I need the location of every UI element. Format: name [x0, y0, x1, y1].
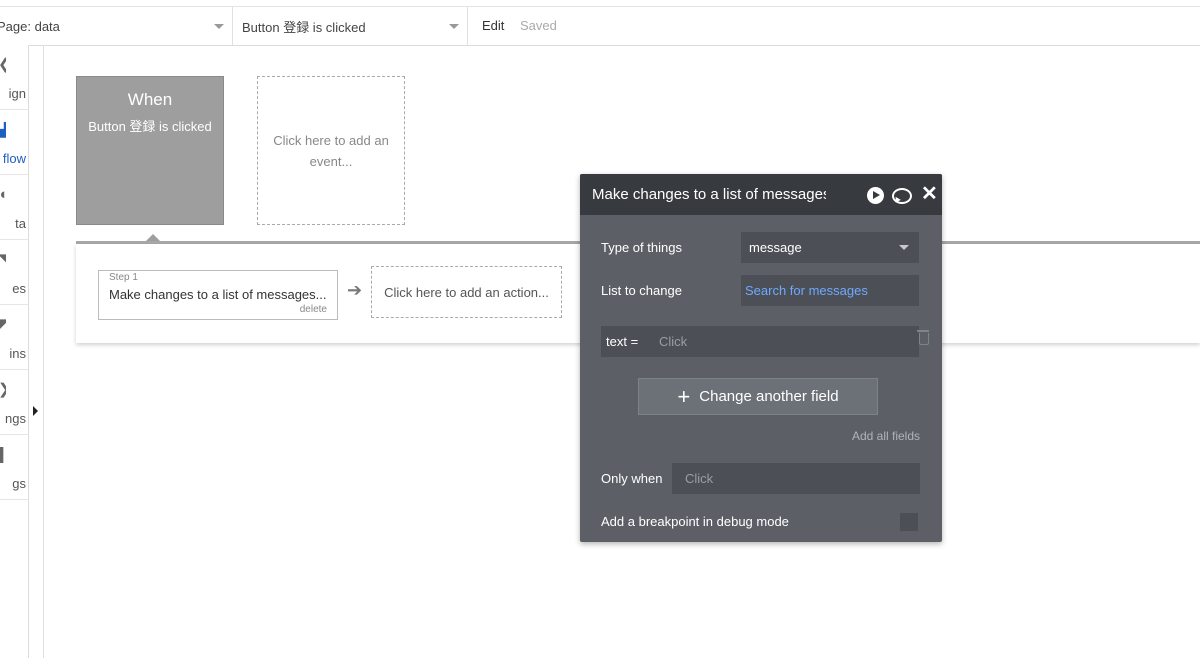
type-of-things-value: message	[749, 240, 802, 255]
data-icon: ◖	[0, 187, 6, 203]
panel-title: Make changes to a list of messages	[592, 186, 826, 203]
chevron-down-icon	[899, 245, 909, 250]
sidebar-item-label: ta	[15, 216, 26, 231]
event-card-when[interactable]: When Button 登録 is clicked	[76, 76, 224, 225]
event-dropdown[interactable]: Button 登録 is clicked	[233, 7, 468, 45]
close-icon[interactable]: ✕	[921, 184, 938, 204]
step-name: Make changes to a list of messages...	[109, 287, 327, 302]
play-icon[interactable]	[867, 187, 884, 204]
page-dropdown[interactable]: Page: data	[0, 7, 233, 45]
left-sidebar: ❮ ign ▟ flow ◖ ta ◥ es ◤ ins ❯ ngs ▌ gs	[0, 45, 29, 658]
logs-icon: ▌	[0, 447, 6, 463]
sidebar-item-label: ngs	[5, 411, 26, 426]
sidebar-item-design[interactable]: ❮ ign	[0, 45, 28, 110]
sidebar-item-label: gs	[12, 476, 26, 491]
saved-status: Saved	[520, 18, 557, 33]
sidebar-item-workflow[interactable]: ▟ flow	[0, 110, 28, 175]
sidebar-item-plugins[interactable]: ◤ ins	[0, 305, 28, 370]
settings-icon: ❯	[0, 382, 6, 398]
add-all-fields-link[interactable]: Add all fields	[852, 429, 920, 443]
collapse-sidebar-icon[interactable]	[33, 406, 38, 416]
only-when-label: Only when	[601, 471, 663, 486]
add-event-card[interactable]: Click here to add an event...	[257, 76, 405, 225]
add-action-card[interactable]: Click here to add an action...	[371, 266, 562, 318]
comment-icon[interactable]	[892, 188, 912, 204]
sidebar-item-logs[interactable]: ▌ gs	[0, 435, 28, 500]
chevron-down-icon	[449, 24, 459, 29]
trash-icon[interactable]	[917, 330, 929, 345]
panel-header: Make changes to a list of messages ✕	[580, 174, 942, 215]
step-number: Step 1	[109, 272, 138, 283]
only-when-field[interactable]: Click	[672, 463, 920, 494]
delete-step-link[interactable]: delete	[300, 304, 327, 315]
sidebar-item-styles[interactable]: ◥ es	[0, 240, 28, 305]
breakpoint-label: Add a breakpoint in debug mode	[601, 514, 789, 529]
field-value-placeholder[interactable]: Click	[659, 334, 687, 349]
workflow-icon: ▟	[0, 122, 6, 138]
change-another-field-button[interactable]: + Change another field	[638, 378, 878, 415]
chevron-down-icon	[214, 24, 224, 29]
page-dropdown-label: Page: data	[0, 18, 60, 34]
sidebar-item-data[interactable]: ◖ ta	[0, 175, 28, 240]
text-field-row[interactable]: text = Click	[601, 326, 919, 357]
event-card-subtitle: Button 登録 is clicked	[88, 119, 212, 134]
field-key: text =	[606, 334, 639, 349]
event-card-title: When	[127, 90, 173, 109]
canvas-divider	[43, 45, 44, 658]
change-another-field-label: Change another field	[699, 388, 839, 405]
plus-icon: +	[677, 383, 691, 409]
type-of-things-label: Type of things	[601, 240, 682, 255]
plugins-icon: ◤	[0, 317, 6, 333]
event-dropdown-label: Button 登録 is clicked	[242, 19, 366, 35]
sidebar-item-label: flow	[2, 151, 26, 166]
styles-icon: ◥	[0, 252, 6, 268]
edit-menu[interactable]: Edit	[482, 18, 504, 33]
action-property-panel: Make changes to a list of messages ✕ Typ…	[580, 174, 942, 542]
type-of-things-dropdown[interactable]: message	[741, 232, 919, 263]
arrow-right-icon: ➔	[347, 280, 363, 300]
step-card[interactable]: Step 1 Make changes to a list of message…	[98, 270, 338, 320]
top-bar: Page: data Button 登録 is clicked Edit Sav…	[0, 6, 1200, 46]
sidebar-item-label: ins	[9, 346, 26, 361]
sidebar-item-label: es	[12, 281, 26, 296]
list-to-change-field[interactable]: Search for messages	[741, 275, 919, 306]
breakpoint-checkbox[interactable]	[900, 513, 918, 531]
sidebar-item-settings[interactable]: ❯ ngs	[0, 370, 28, 435]
sidebar-item-label: ign	[8, 86, 26, 101]
list-to-change-label: List to change	[601, 283, 682, 298]
design-icon: ❮	[0, 57, 6, 73]
